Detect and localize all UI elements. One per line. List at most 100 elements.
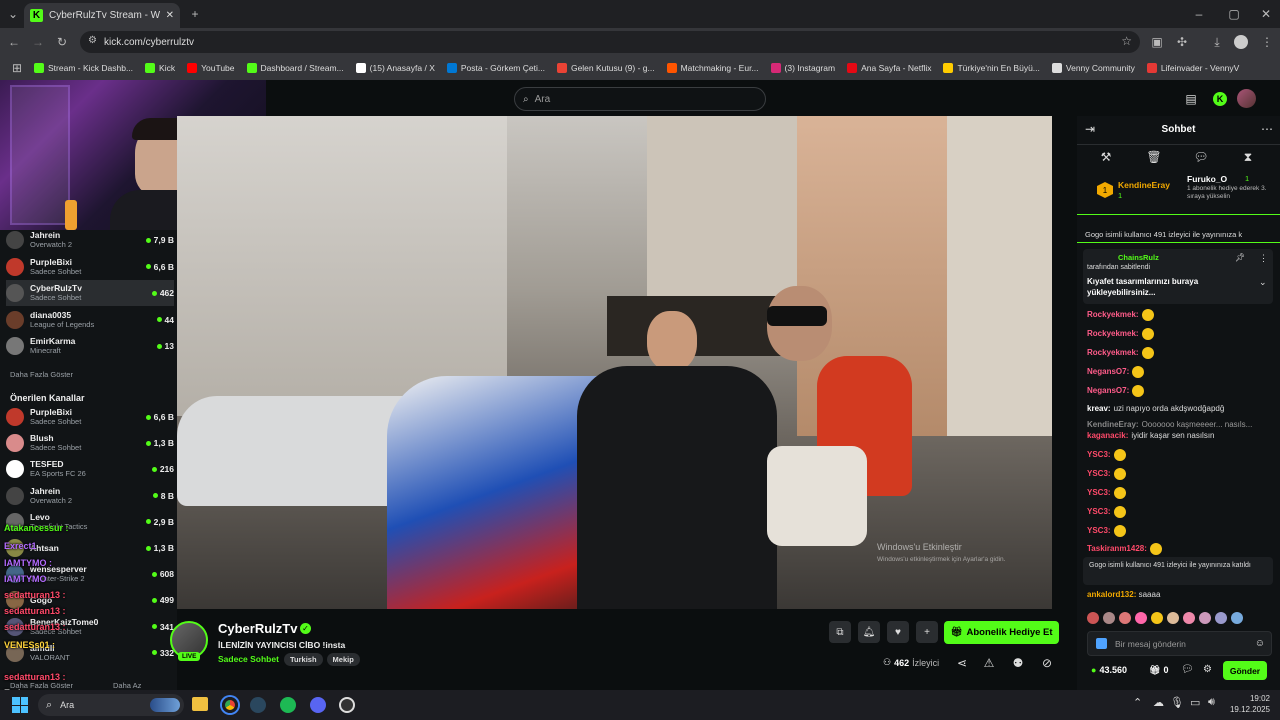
chat-username[interactable]: Rockyekmek: bbox=[1087, 329, 1139, 338]
emote-8-icon[interactable] bbox=[1199, 612, 1211, 624]
chat-username[interactable]: NegansO7: bbox=[1087, 386, 1129, 395]
leader-2-name[interactable]: Furuko_O bbox=[1187, 174, 1227, 184]
bookmark-item[interactable]: Lifeinvader - VennyV bbox=[1146, 63, 1239, 73]
pinned-menu-icon[interactable]: ⋮ bbox=[1259, 253, 1268, 264]
streamer-name[interactable]: CyberRulzTv bbox=[218, 621, 297, 636]
show-less-link[interactable]: Daha Az bbox=[113, 681, 141, 690]
user-avatar[interactable] bbox=[1237, 89, 1256, 108]
emote-1-icon[interactable] bbox=[1087, 612, 1099, 624]
emote-2-icon[interactable] bbox=[1103, 612, 1115, 624]
bookmark-item[interactable]: (3) Instagram bbox=[770, 63, 835, 73]
bookmark-item[interactable]: Kick bbox=[145, 63, 175, 73]
pin-icon[interactable]: 📌︎ bbox=[1235, 253, 1245, 262]
puzzle-icon[interactable]: ✣ bbox=[1173, 33, 1191, 51]
chat-username[interactable]: NegansO7: bbox=[1087, 367, 1129, 376]
emote-3-icon[interactable] bbox=[1119, 612, 1131, 624]
tag-mekip[interactable]: Mekip bbox=[326, 653, 360, 666]
sidebar-channel[interactable]: EmirKarma Minecraft 13 bbox=[6, 333, 174, 359]
chat-input[interactable]: Bir mesaj gönderin ☺ bbox=[1087, 631, 1272, 656]
sidebar-recommended-channel[interactable]: PurpleBixi Sadece Sohbet 6,6 B bbox=[6, 404, 174, 430]
download-icon[interactable]: ⤓ bbox=[1208, 33, 1226, 51]
chat-username[interactable]: YSC3: bbox=[1087, 450, 1111, 459]
sidebar-recommended-channel[interactable]: TESFED EA Sports FC 26 216 bbox=[6, 456, 174, 482]
tab-close-icon[interactable]: ✕ bbox=[166, 10, 174, 21]
chat-username[interactable]: YSC3: bbox=[1087, 488, 1111, 497]
maximize-icon[interactable]: ▢ bbox=[1225, 5, 1243, 23]
add-icon[interactable]: + bbox=[916, 621, 938, 643]
chat-username[interactable]: YSC3: bbox=[1087, 469, 1111, 478]
stream-category[interactable]: Sadece Sohbet bbox=[218, 654, 279, 664]
chat-username[interactable]: Taskiranm1428: bbox=[1087, 544, 1147, 553]
sidebar-recommended-channel[interactable]: Blush Sadece Sohbet 1,3 B bbox=[6, 430, 174, 456]
discord-icon[interactable] bbox=[310, 697, 326, 713]
emoji-icon[interactable]: ☺ bbox=[1255, 638, 1265, 649]
mod-hammer-icon[interactable]: ⚒ bbox=[1097, 148, 1115, 166]
tray-chevron-icon[interactable]: ⌃ bbox=[1133, 696, 1142, 709]
sidebar-channel[interactable]: diana0035 League of Legends 44 bbox=[6, 307, 174, 333]
sidebar-channel[interactable]: PurpleBixi Sadece Sohbet 6,6 B bbox=[6, 254, 174, 280]
obs-icon[interactable] bbox=[339, 697, 355, 713]
emote-5-icon[interactable] bbox=[1151, 612, 1163, 624]
bookmark-item[interactable]: Ana Sayfa - Netflix bbox=[847, 63, 931, 73]
bookmark-item[interactable]: Dashboard / Stream... bbox=[246, 63, 344, 73]
emote-4-icon[interactable] bbox=[1135, 612, 1147, 624]
emote-7-icon[interactable] bbox=[1183, 612, 1195, 624]
new-tab-icon[interactable]: + bbox=[186, 5, 204, 23]
minimize-icon[interactable]: – bbox=[1190, 5, 1208, 23]
browser-tab[interactable]: K CyberRulzTv Stream - Watch Li ✕ bbox=[24, 3, 180, 28]
follow-heart-icon[interactable]: ♥ bbox=[887, 621, 909, 643]
emote-9-icon[interactable] bbox=[1215, 612, 1227, 624]
windows-start-icon[interactable] bbox=[12, 697, 28, 713]
users-icon[interactable]: ⚉ bbox=[1009, 654, 1027, 672]
kick-emote-icon[interactable] bbox=[1096, 638, 1107, 649]
search-input[interactable]: ⌕ Ara bbox=[514, 87, 766, 111]
reload-icon[interactable]: ↻ bbox=[53, 33, 71, 51]
chat-username[interactable]: kreav: bbox=[1087, 404, 1111, 413]
tray-cloud-icon[interactable]: ☁ bbox=[1153, 696, 1164, 709]
chat-username[interactable]: KendineEray: bbox=[1087, 420, 1139, 429]
leader-1-name[interactable]: KendineEray bbox=[1118, 180, 1170, 190]
notification-bell-icon[interactable]: 🔔︎ bbox=[858, 621, 880, 643]
kick-logo-icon[interactable]: K bbox=[1213, 92, 1227, 106]
report-icon[interactable]: ⚠ bbox=[980, 654, 998, 672]
forward-icon[interactable]: → bbox=[29, 33, 47, 51]
send-button[interactable]: Gönder bbox=[1223, 661, 1267, 680]
chat-user-last[interactable]: ankalord132: bbox=[1087, 590, 1136, 599]
bookmark-item[interactable]: Posta - Görkem Çeti... bbox=[446, 63, 545, 73]
chat-bubble-icon[interactable]: 💬︎ bbox=[1192, 148, 1210, 166]
bookmark-item[interactable]: Türkiye'nin En Büyü... bbox=[943, 63, 1040, 73]
chat-username[interactable]: YSC3: bbox=[1087, 507, 1111, 516]
sidebar-channel[interactable]: CyberRulzTv Sadece Sohbet 462 bbox=[6, 280, 174, 306]
bookmark-item[interactable]: (15) Anasayfa / X bbox=[355, 63, 435, 73]
chat-username[interactable]: Rockyekmek: bbox=[1087, 348, 1139, 357]
share-icon[interactable]: ⋖ bbox=[953, 654, 971, 672]
profile-avatar[interactable] bbox=[1234, 35, 1248, 49]
chat-menu-icon[interactable]: ⋯ bbox=[1258, 120, 1276, 138]
video-player[interactable]: Windows'u Etkinleştir Windows'u etkinleş… bbox=[177, 116, 1052, 609]
bookmark-item[interactable]: Gelen Kutusu (9) - g... bbox=[556, 63, 655, 73]
bookmark-item[interactable]: Stream - Kick Dashb... bbox=[34, 63, 133, 73]
sidebar-recommended-channel[interactable]: Jahrein Overwatch 2 8 B bbox=[6, 483, 174, 509]
chat-username[interactable]: Rockyekmek: bbox=[1087, 310, 1139, 319]
taskbar-clock[interactable]: 19:02 19.12.2025 bbox=[1228, 693, 1270, 715]
emote-6-icon[interactable] bbox=[1167, 612, 1179, 624]
file-explorer-icon[interactable] bbox=[192, 697, 208, 711]
chat-options-icon[interactable]: 💬︎ bbox=[1181, 664, 1194, 675]
chat-username[interactable]: YSC3: bbox=[1087, 526, 1111, 535]
emote-10-icon[interactable] bbox=[1231, 612, 1243, 624]
site-info-icon[interactable]: ⚙ bbox=[88, 35, 97, 46]
hide-icon[interactable]: ⊘ bbox=[1038, 654, 1056, 672]
bookmark-item[interactable]: Matchmaking - Eur... bbox=[666, 63, 759, 73]
back-icon[interactable]: ← bbox=[5, 33, 23, 51]
chat-username[interactable]: kaganacik: bbox=[1087, 431, 1128, 440]
trash-icon[interactable]: 🗑︎ bbox=[1145, 148, 1163, 166]
channel-points[interactable]: ● 43.560 bbox=[1091, 665, 1127, 675]
studio-icon[interactable]: ▤ bbox=[1182, 90, 1200, 108]
chrome-icon[interactable] bbox=[222, 697, 238, 713]
bookmark-item[interactable]: Venny Community bbox=[1051, 63, 1135, 73]
gift-sub-button[interactable]: 🎁︎ Abonelik Hediye Et bbox=[944, 621, 1059, 644]
chat-settings-icon[interactable]: ⚙ bbox=[1203, 664, 1212, 675]
tray-volume-icon[interactable]: 🔊︎ bbox=[1208, 696, 1215, 709]
apps-grid-icon[interactable]: ⊞ bbox=[10, 59, 24, 77]
clip-icon[interactable]: ⧉ bbox=[829, 621, 851, 643]
